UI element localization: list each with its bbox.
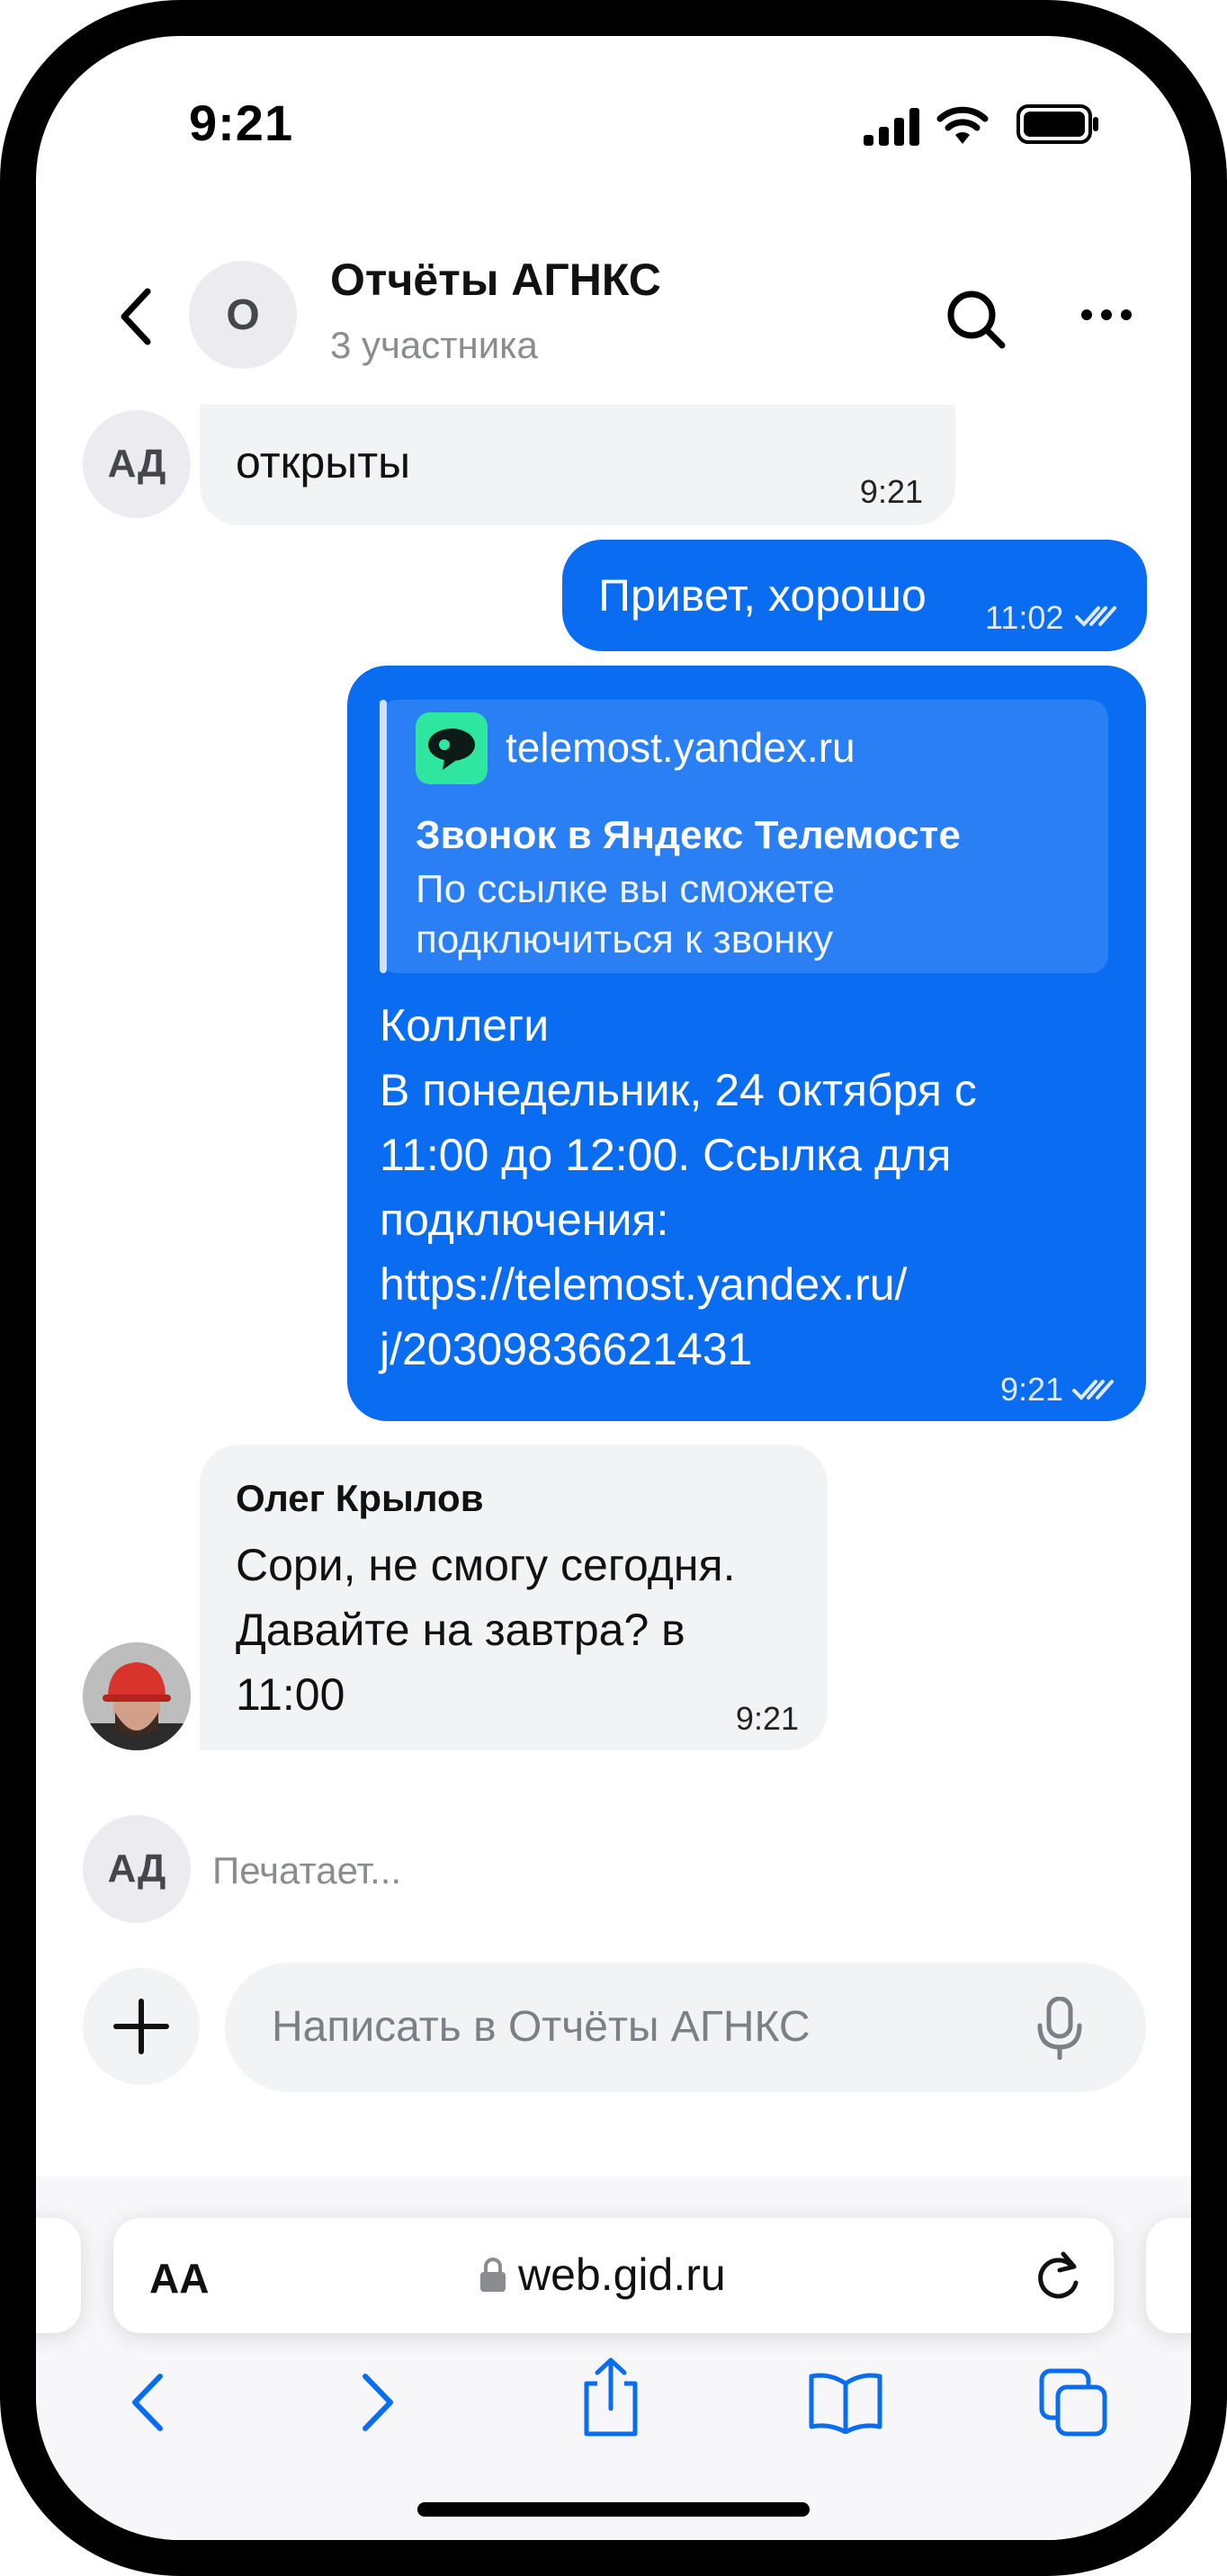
message-time: 9:21 [859,473,923,510]
search-icon[interactable] [945,288,1008,355]
bookmarks-icon[interactable] [808,2371,883,2438]
read-receipt-icon [1075,603,1118,634]
attach-button[interactable] [83,1968,200,2085]
message-bubble-incoming[interactable]: Олег Крылов Сори, не смогу сегодня. Дава… [200,1445,828,1750]
typing-initials: АД [107,1847,166,1891]
message-line: Давайте на завтра? в [236,1605,685,1655]
message-line: Сори, не смогу сегодня. [236,1540,736,1590]
reload-icon[interactable] [1033,2250,1083,2309]
phone-frame: 9:21 О Отчёты АГНКС 3 участника АД откры… [0,0,1227,2576]
message-bubble-outgoing[interactable]: Привет, хорошо 11:02 [562,540,1147,651]
message-link[interactable]: j/20309836621431 [380,1317,977,1382]
message-line: В понедельник, 24 октября с [380,1065,977,1115]
message-line: подключения: [380,1194,669,1245]
tabs-icon[interactable] [1038,2367,1110,2444]
text-size-button[interactable]: AA [149,2254,209,2303]
wifi-icon [936,104,990,150]
preview-description: подключиться к звонку [416,917,834,962]
message-input-placeholder: Написать в Отчёты АГНКС [272,2003,811,2051]
message-bubble-outgoing-link[interactable]: telemost.yandex.ru Звонок в Яндекс Телем… [347,666,1146,1421]
message-input[interactable]: Написать в Отчёты АГНКС [225,1963,1146,2092]
plus-icon [113,1999,169,2054]
share-icon[interactable] [581,2357,640,2442]
message-text: Коллеги В понедельник, 24 октября с 11:0… [380,993,977,1382]
preview-title: Звонок в Яндекс Телемосте [416,813,961,857]
url-text[interactable]: web.gid.ru [518,2249,726,2301]
message-line: 11:00 [236,1669,345,1720]
previous-tab-peek[interactable] [36,2218,81,2333]
group-avatar-letter: О [226,291,260,339]
message-line: Коллеги [380,1000,550,1051]
link-preview-card[interactable]: telemost.yandex.ru Звонок в Яндекс Телем… [380,700,1108,973]
typing-indicator: Печатает... [212,1849,402,1892]
message-time: 9:21 [1000,1371,1064,1408]
message-text: Привет, хорошо [598,570,927,621]
back-chevron-icon[interactable] [113,284,160,353]
status-time: 9:21 [189,94,294,151]
message-text: открыты [236,437,411,487]
next-tab-peek[interactable] [1146,2218,1191,2333]
preview-description: По ссылке вы сможете [416,867,836,911]
preview-accent-bar [380,700,387,973]
cellular-signal-icon [864,108,921,150]
address-bar[interactable]: AA web.gid.ru [113,2218,1114,2333]
typing-avatar[interactable]: АД [83,1815,191,1923]
message-text: Сори, не смогу сегодня. Давайте на завтр… [236,1533,735,1727]
sender-initials: АД [107,442,166,486]
browser-back-icon[interactable] [126,2371,171,2438]
message-link[interactable]: https://telemost.yandex.ru/ [380,1252,977,1317]
sender-avatar[interactable]: АД [83,410,191,518]
message-line: 11:00 до 12:00. Ссылка для [380,1130,952,1180]
chat-title[interactable]: Отчёты АГНКС [330,254,661,306]
message-time: 11:02 [985,599,1064,636]
screen: 9:21 О Отчёты АГНКС 3 участника АД откры… [36,36,1191,2540]
group-avatar[interactable]: О [189,261,297,369]
more-icon[interactable] [1079,306,1133,328]
preview-domain: telemost.yandex.ru [506,724,855,771]
browser-forward-icon[interactable] [354,2371,399,2438]
sender-name[interactable]: Олег Крылов [236,1477,484,1520]
message-time: 9:21 [735,1700,799,1737]
mic-icon[interactable] [1034,1996,1085,2064]
chat-subtitle: 3 участника [330,324,538,366]
message-bubble-incoming[interactable]: открыты 9:21 [200,405,955,525]
lock-icon [479,2258,507,2298]
telemost-icon [416,712,488,789]
read-receipt-icon [1072,1376,1115,1408]
battery-icon [1017,104,1099,148]
home-indicator [417,2502,810,2517]
sender-avatar-photo[interactable] [83,1642,191,1750]
